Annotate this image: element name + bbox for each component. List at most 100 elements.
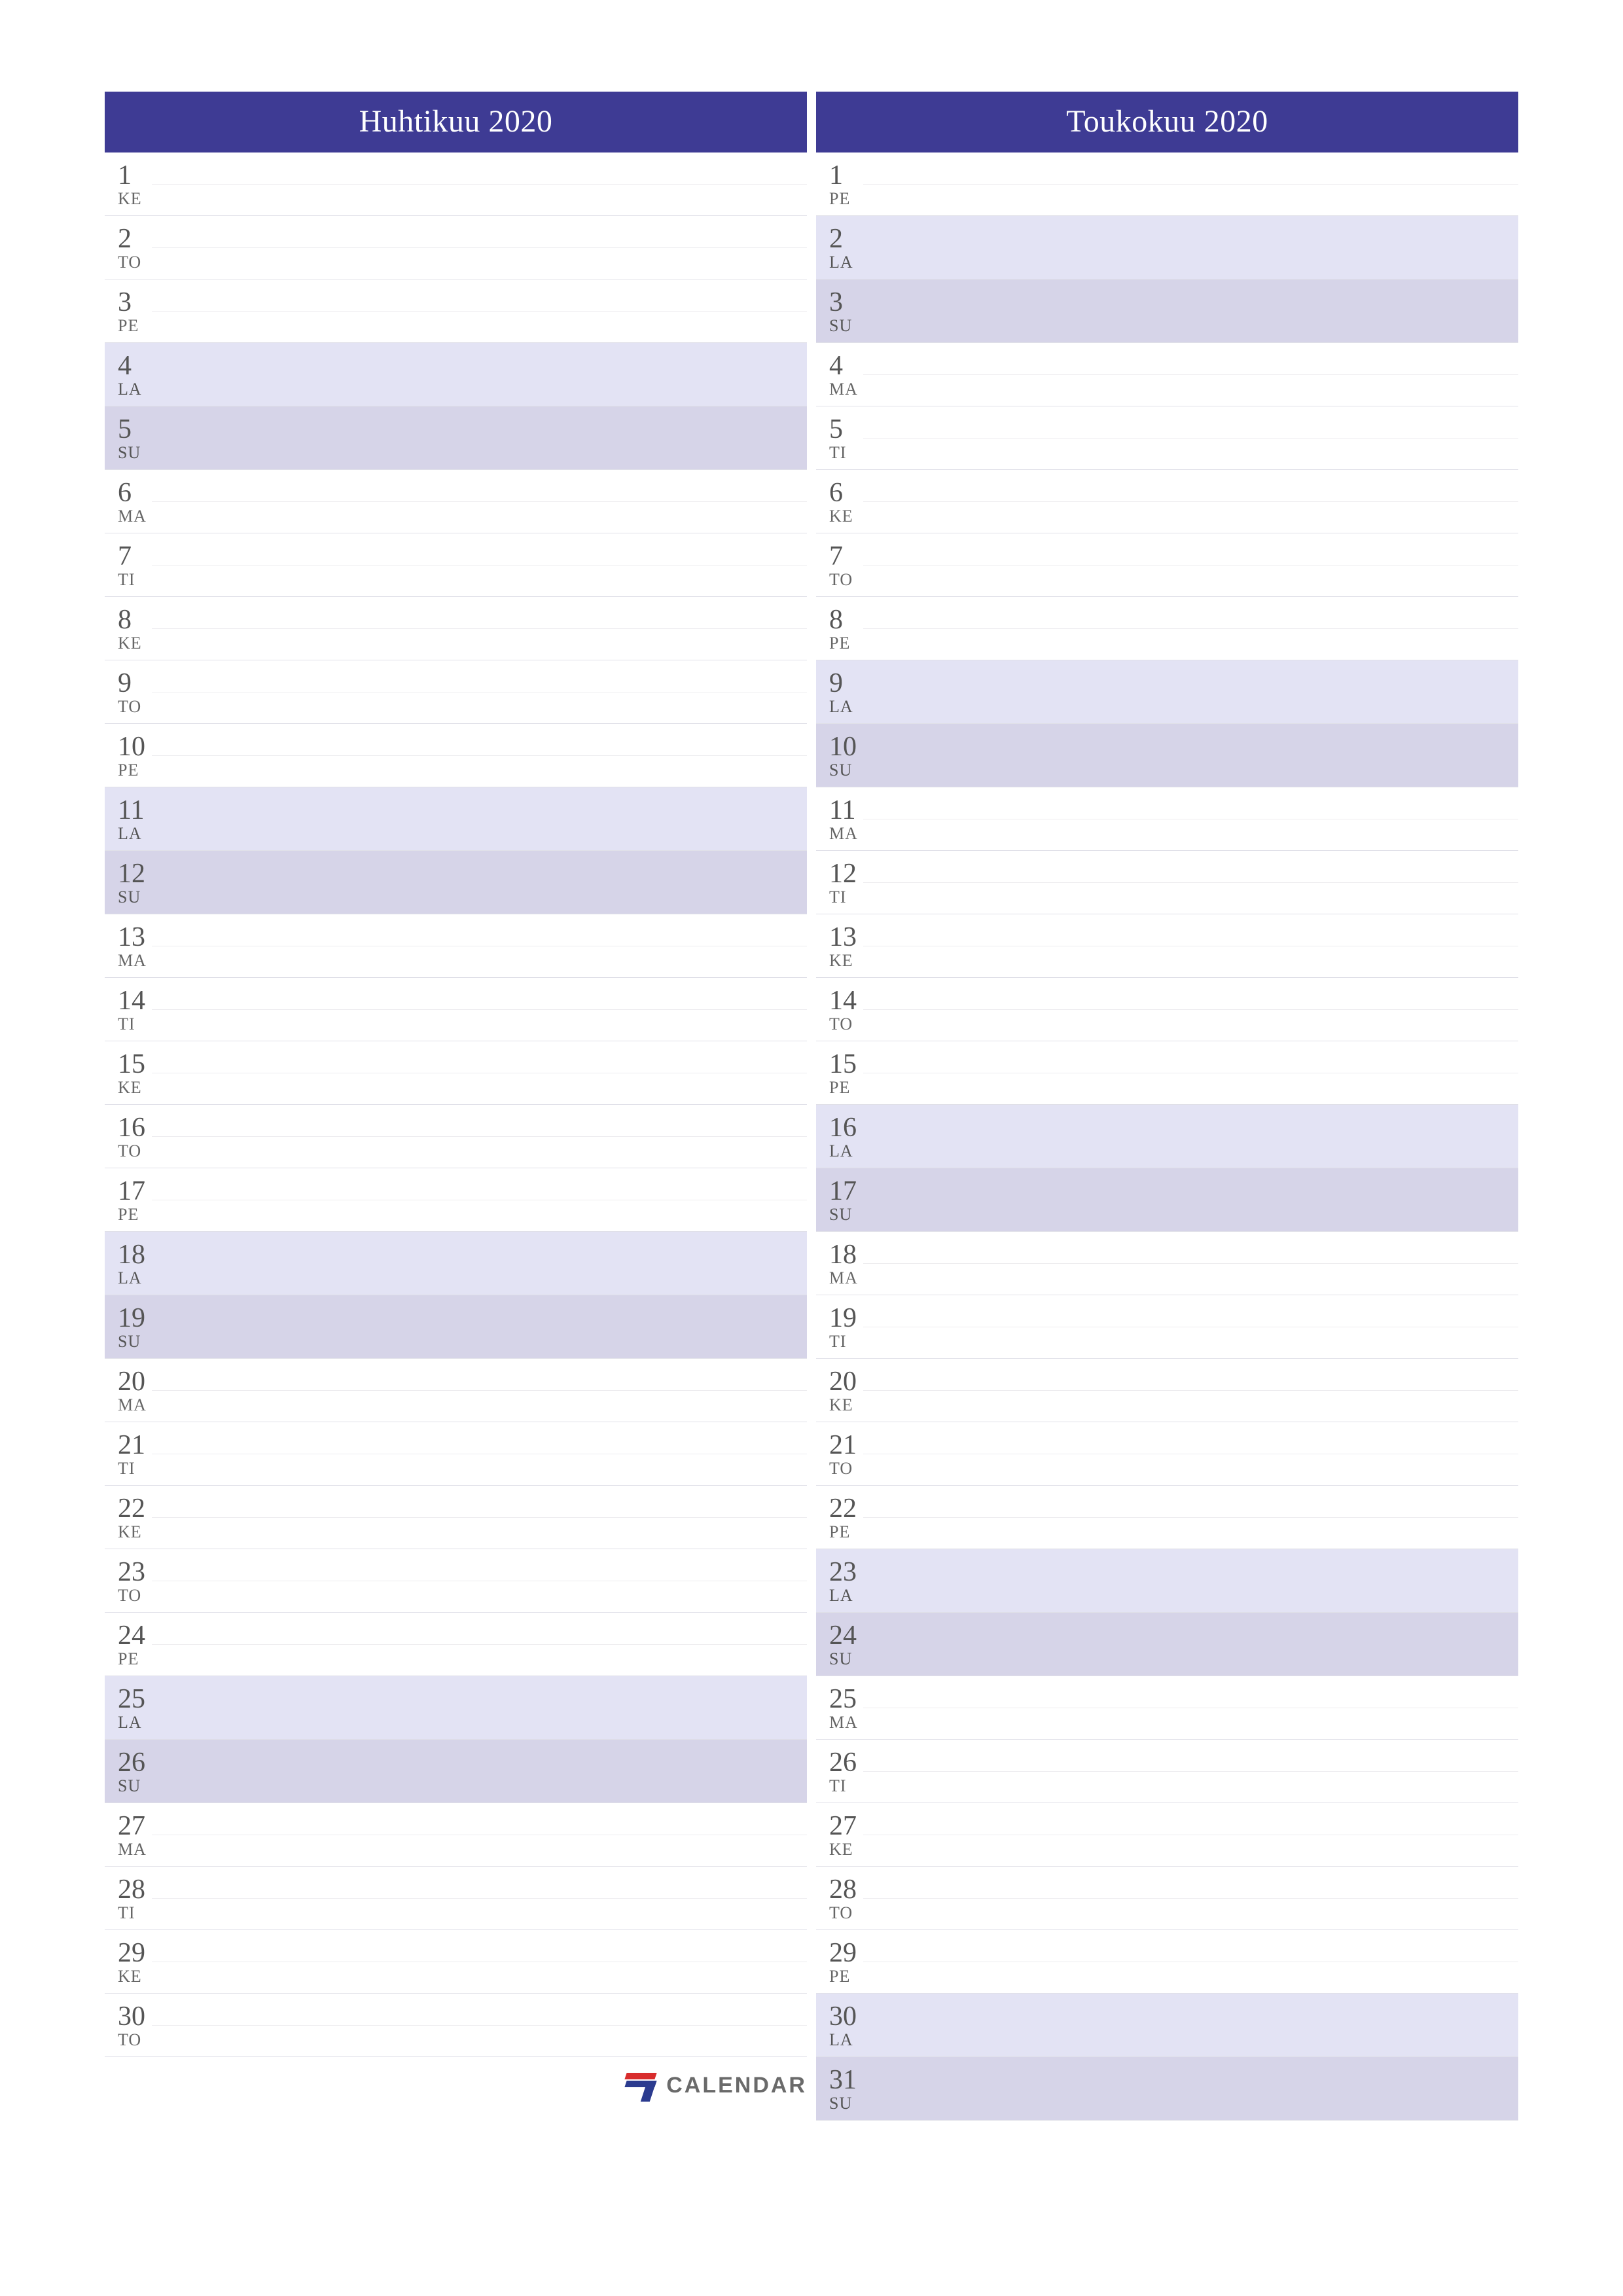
day-row: 18LA [105,1232,807,1295]
day-number: 6 [829,478,1518,507]
day-number: 17 [829,1177,1518,1206]
divider-line [152,184,807,185]
day-number: 4 [118,351,807,380]
day-row: 7TI [105,533,807,597]
day-number: 24 [118,1621,807,1650]
day-row: 26TI [816,1740,1518,1803]
month-header: Toukokuu 2020 [816,92,1518,152]
day-number: 9 [118,669,807,698]
day-number: 22 [118,1494,807,1523]
day-number: 25 [118,1685,807,1713]
day-number: 28 [118,1875,807,1904]
day-row: 14TI [105,978,807,1041]
day-number: 16 [118,1113,807,1142]
day-number: 29 [829,1939,1518,1967]
day-number: 23 [829,1558,1518,1587]
divider-line [863,882,1518,883]
month-column-right: Toukokuu 2020 1PE2LA3SU4MA5TI6KE7TO8PE9L… [816,92,1518,2296]
day-abbrev: KE [118,190,807,209]
calendar-page: Huhtikuu 2020 1KE2TO3PE4LA5SU6MA7TI8KE9T… [0,0,1623,2296]
divider-line [863,628,1518,629]
day-abbrev: MA [118,952,807,971]
day-number: 29 [118,1939,807,1967]
day-row: 29KE [105,1930,807,1994]
day-number: 26 [829,1748,1518,1777]
day-abbrev: PE [118,1650,807,1669]
divider-line [863,501,1518,502]
day-row: 6KE [816,470,1518,533]
day-row: 6MA [105,470,807,533]
day-abbrev: KE [829,1840,1518,1859]
day-abbrev: KE [829,1396,1518,1415]
day-abbrev: TO [829,1015,1518,1034]
day-number: 16 [829,1113,1518,1142]
divider-line [152,247,807,248]
day-abbrev: PE [829,1079,1518,1098]
day-abbrev: LA [118,825,807,844]
day-row: 22PE [816,1486,1518,1549]
day-row: 15PE [816,1041,1518,1105]
divider-line [863,1517,1518,1518]
divider-line [152,1898,807,1899]
day-row: 17SU [816,1168,1518,1232]
day-abbrev: TI [829,1777,1518,1796]
day-number: 19 [829,1304,1518,1333]
day-number: 5 [829,415,1518,444]
day-row: 17PE [105,1168,807,1232]
day-number: 11 [118,796,807,825]
day-number: 2 [118,224,807,253]
day-row: 30TO [105,1994,807,2057]
day-number: 22 [829,1494,1518,1523]
day-row: 14TO [816,978,1518,1041]
day-number: 1 [118,161,807,190]
divider-line [152,1009,807,1010]
day-row: 23TO [105,1549,807,1613]
day-row: 23LA [816,1549,1518,1613]
day-number: 30 [118,2002,807,2031]
day-abbrev: KE [118,1967,807,1986]
divider-line [863,1771,1518,1772]
day-number: 11 [829,796,1518,825]
day-number: 21 [118,1431,807,1460]
day-number: 7 [829,542,1518,571]
day-abbrev: MA [829,380,1518,399]
day-abbrev: LA [829,2031,1518,2050]
day-abbrev: SU [829,2094,1518,2113]
day-row: 5TI [816,406,1518,470]
day-abbrev: PE [829,634,1518,653]
day-number: 10 [118,732,807,761]
day-number: 13 [829,923,1518,952]
day-abbrev: TI [118,1460,807,1479]
divider-line [152,2025,807,2026]
day-number: 27 [118,1812,807,1840]
day-abbrev: KE [829,952,1518,971]
day-abbrev: TI [829,1333,1518,1352]
day-abbrev: TO [118,1142,807,1161]
day-number: 10 [829,732,1518,761]
day-row: 2LA [816,216,1518,279]
day-abbrev: PE [829,1523,1518,1542]
day-abbrev: TO [829,571,1518,590]
day-row: 9TO [105,660,807,724]
day-number: 31 [829,2066,1518,2094]
day-number: 20 [118,1367,807,1396]
day-abbrev: LA [829,1587,1518,1605]
day-row: 3SU [816,279,1518,343]
divider-line [863,374,1518,375]
day-number: 9 [829,669,1518,698]
day-abbrev: SU [118,1333,807,1352]
days-list: 1PE2LA3SU4MA5TI6KE7TO8PE9LA10SU11MA12TI1… [816,152,1518,2121]
day-row: 24PE [105,1613,807,1676]
day-row: 19SU [105,1295,807,1359]
day-abbrev: TO [118,2031,807,2050]
day-row: 20KE [816,1359,1518,1422]
day-number: 4 [829,351,1518,380]
day-abbrev: TO [118,253,807,272]
day-row: 28TO [816,1867,1518,1930]
day-number: 7 [118,542,807,571]
day-row: 24SU [816,1613,1518,1676]
day-row: 10PE [105,724,807,787]
day-row: 9LA [816,660,1518,724]
day-abbrev: MA [829,1269,1518,1288]
day-row: 18MA [816,1232,1518,1295]
